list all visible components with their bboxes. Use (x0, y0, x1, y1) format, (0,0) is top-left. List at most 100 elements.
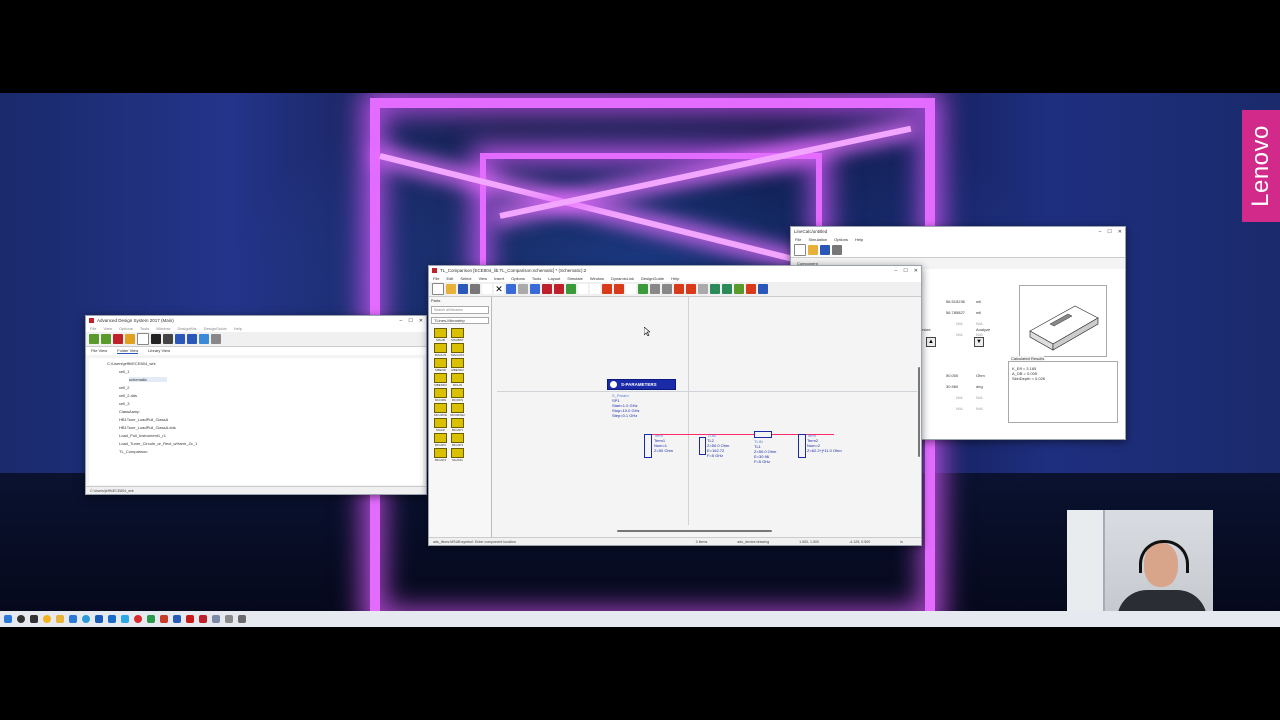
tree-item-classaamp[interactable]: ClassAamp (119, 409, 139, 414)
store-icon[interactable] (95, 615, 103, 623)
ads-menu-file[interactable]: File (90, 326, 96, 331)
param-unit-5[interactable]: Ohm (976, 373, 985, 378)
ads-taskbar-icon[interactable] (199, 615, 207, 623)
maximize-icon[interactable]: ☐ (903, 268, 907, 274)
term2-symbol[interactable] (798, 434, 806, 458)
tree-item-cell-2-dds[interactable]: cell_2.dds (119, 393, 137, 398)
ads-main-titlebar[interactable]: Advanced Design System 2017 (Main) – ☐ ✕ (86, 316, 426, 325)
print-icon[interactable] (470, 284, 480, 294)
new-workspace-icon[interactable] (89, 334, 99, 344)
tree-item-cell-1[interactable]: cell_1 (119, 369, 129, 374)
settings-icon[interactable] (211, 334, 221, 344)
linecalc-menu-simulation[interactable]: Simulation (808, 237, 827, 242)
tune-icon[interactable] (650, 284, 660, 294)
close-icon[interactable]: ✕ (419, 318, 423, 324)
sch-menu-designguide[interactable]: DesignGuide (641, 276, 664, 281)
param-unit-1[interactable]: mil (976, 299, 981, 304)
ads-menu-tools[interactable]: Tools (140, 326, 149, 331)
search-icon[interactable] (17, 615, 25, 623)
param-value-3[interactable]: N/A (956, 321, 963, 326)
ads-menu-help[interactable]: Help (234, 326, 242, 331)
open-workspace-icon[interactable] (101, 334, 111, 344)
save-icon[interactable] (820, 245, 830, 255)
palette-item-mbend[interactable]: MBEND (432, 357, 449, 372)
simulate-icon[interactable] (163, 334, 173, 344)
palette-item-mcorn[interactable]: MCORN (432, 387, 449, 402)
design-guide-icon[interactable] (187, 334, 197, 344)
data-display-icon[interactable] (746, 284, 756, 294)
task-view-icon[interactable] (30, 615, 38, 623)
schematic-canvas[interactable]: S-PARAMETERS S_Param SP1 Start=1.0 GHz S… (492, 297, 921, 537)
param-value-7[interactable]: N/A (956, 395, 963, 400)
param-value-8[interactable]: N/A (956, 406, 963, 411)
tree-item-cell-3[interactable]: cell_3 (119, 401, 129, 406)
sch-menu-tools[interactable]: Tools (532, 276, 541, 281)
tree-item-cell-2[interactable]: cell_2 (119, 385, 129, 390)
synthesize-button[interactable]: ▲ (926, 337, 936, 347)
zoom-fit-icon[interactable] (566, 284, 576, 294)
tree-item-schematic[interactable]: schematic (129, 377, 168, 382)
tab-library-view[interactable]: Library View (148, 348, 170, 354)
palette-item-mcurve[interactable]: MCURVE (432, 402, 449, 417)
undo-icon[interactable] (506, 284, 516, 294)
param-value-6[interactable]: 30.960 (946, 384, 958, 389)
pdk-icon[interactable] (199, 334, 209, 344)
linecalc-taskbar-icon[interactable] (225, 615, 233, 623)
wire-label-icon[interactable] (626, 284, 636, 294)
layout-icon[interactable] (698, 284, 708, 294)
parts-category-dropdown[interactable]: TLines-Microstrip (431, 317, 489, 324)
data-display-icon[interactable] (175, 334, 185, 344)
print-icon[interactable] (832, 245, 842, 255)
maximize-icon[interactable]: ☐ (1107, 229, 1111, 235)
save-icon[interactable] (458, 284, 468, 294)
param-unit-6[interactable]: deg (976, 384, 983, 389)
ads-menu-view[interactable]: View (103, 326, 112, 331)
var-icon[interactable] (602, 284, 612, 294)
palette-item-maclin[interactable]: MACLIN (432, 342, 449, 357)
param-value-2[interactable]: 56.785827 (946, 310, 965, 315)
param-unit-7[interactable]: N/A (976, 395, 983, 400)
green-app-icon[interactable] (147, 615, 155, 623)
close-icon[interactable]: ✕ (914, 268, 918, 274)
ads-menu-designkits[interactable]: DesignKits (177, 326, 196, 331)
param-unit-3[interactable]: N/A (976, 321, 983, 326)
sch-menu-dynamiclink[interactable]: DynamicLink (611, 276, 634, 281)
schematic-taskbar-icon[interactable] (238, 615, 246, 623)
ads-menu-options[interactable]: Options (119, 326, 133, 331)
sch-menu-layout[interactable]: Layout (548, 276, 560, 281)
red-app-icon[interactable] (160, 615, 168, 623)
sch-menu-options[interactable]: Options (511, 276, 525, 281)
sch-menu-view[interactable]: View (478, 276, 487, 281)
param-unit-2[interactable]: mil (976, 310, 981, 315)
sch-menu-help[interactable]: Help (671, 276, 679, 281)
palette-item-msub[interactable]: MSUB (432, 327, 449, 342)
window-app-icon[interactable] (212, 615, 220, 623)
maximize-icon[interactable]: ☐ (408, 318, 412, 324)
tree-item-hb1tone[interactable]: HB1Tone_LoadPull_ClassA (119, 417, 168, 422)
optimize-icon[interactable] (662, 284, 672, 294)
move-icon[interactable] (530, 284, 540, 294)
zoom-area-icon[interactable] (542, 284, 552, 294)
select-pointer-icon[interactable] (482, 284, 492, 294)
sch-menu-window[interactable]: Window (590, 276, 604, 281)
sch-menu-simulate[interactable]: Simulate (567, 276, 583, 281)
em-icon[interactable] (710, 284, 720, 294)
new-file-icon[interactable] (794, 244, 806, 256)
palette-item-mclin[interactable]: MCLIN (449, 372, 466, 387)
s-parameters-block[interactable]: S-PARAMETERS (607, 379, 676, 390)
palette-item-micap4[interactable]: MICAP4 (432, 447, 449, 462)
linecalc-menu-help[interactable]: Help (855, 237, 863, 242)
term1-symbol[interactable] (644, 434, 652, 458)
minimize-icon[interactable]: – (895, 268, 898, 274)
linecalc-menu-options[interactable]: Options (834, 237, 848, 242)
sch-menu-insert[interactable]: Insert (494, 276, 504, 281)
analyze-button[interactable]: ▼ (974, 337, 984, 347)
palette-item-mcros[interactable]: MCROS (449, 387, 466, 402)
palette-item-mcurve2[interactable]: MCURVE2 (449, 402, 466, 417)
horizontal-scrollbar[interactable] (617, 530, 772, 532)
port-icon[interactable] (578, 284, 588, 294)
ads-menu-window[interactable]: Window (156, 326, 170, 331)
ads-main-window[interactable]: Advanced Design System 2017 (Main) – ☐ ✕ F… (85, 315, 427, 495)
deactivate-icon[interactable] (674, 284, 684, 294)
palette-item-micap2[interactable]: MICAP2 (432, 432, 449, 447)
